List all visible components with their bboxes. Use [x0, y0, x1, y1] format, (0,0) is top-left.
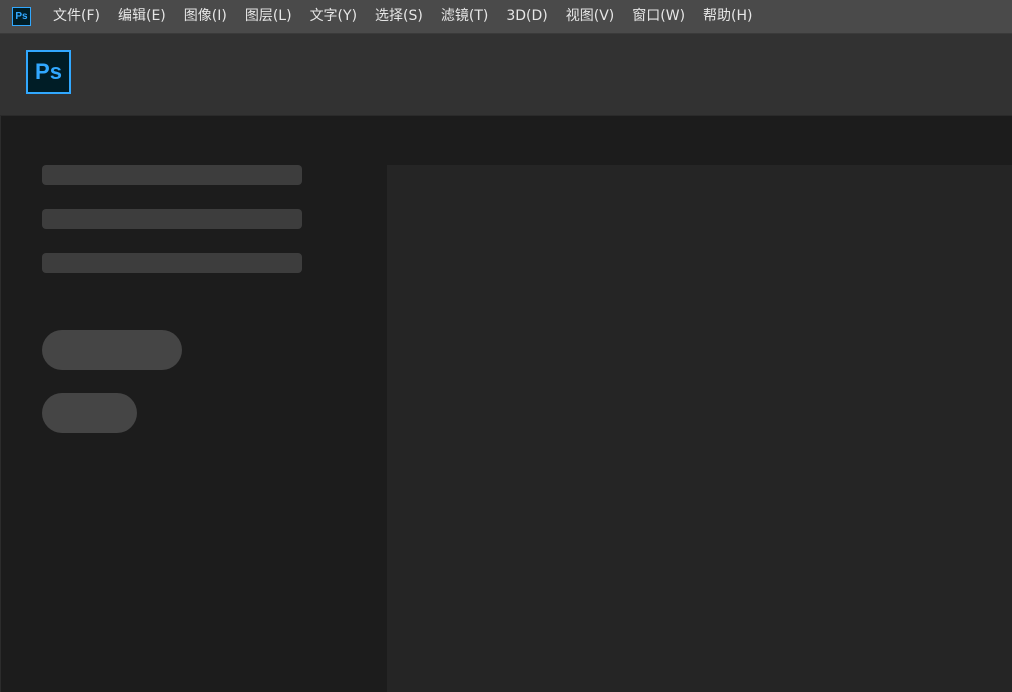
photoshop-window: Ps 文件(F) 编辑(E) 图像(I) 图层(L) 文字(Y) 选择(S) 滤… [0, 0, 1012, 692]
loading-placeholder-button [42, 393, 137, 433]
photoshop-logo[interactable]: Ps [26, 50, 71, 94]
photoshop-app-icon[interactable]: Ps [12, 7, 31, 26]
menu-window[interactable]: 窗口(W) [623, 0, 694, 33]
menu-image[interactable]: 图像(I) [175, 0, 236, 33]
menu-file[interactable]: 文件(F) [44, 0, 109, 33]
menu-filter[interactable]: 滤镜(T) [432, 0, 497, 33]
menu-select[interactable]: 选择(S) [366, 0, 432, 33]
loading-placeholder-bar [42, 165, 302, 185]
menu-layer[interactable]: 图层(L) [236, 0, 301, 33]
loading-placeholder-bar [42, 253, 302, 273]
loading-placeholder-button [42, 330, 182, 370]
recent-files-panel-placeholder [387, 165, 1012, 692]
home-screen [0, 116, 1012, 692]
menu-edit[interactable]: 编辑(E) [109, 0, 175, 33]
menu-type[interactable]: 文字(Y) [301, 0, 366, 33]
home-header-bar: Ps [0, 34, 1012, 116]
loading-placeholder-bar [42, 209, 302, 229]
menu-help[interactable]: 帮助(H) [694, 0, 761, 33]
menu-3d[interactable]: 3D(D) [497, 0, 556, 33]
menu-view[interactable]: 视图(V) [557, 0, 624, 33]
menu-bar: Ps 文件(F) 编辑(E) 图像(I) 图层(L) 文字(Y) 选择(S) 滤… [0, 0, 1012, 34]
